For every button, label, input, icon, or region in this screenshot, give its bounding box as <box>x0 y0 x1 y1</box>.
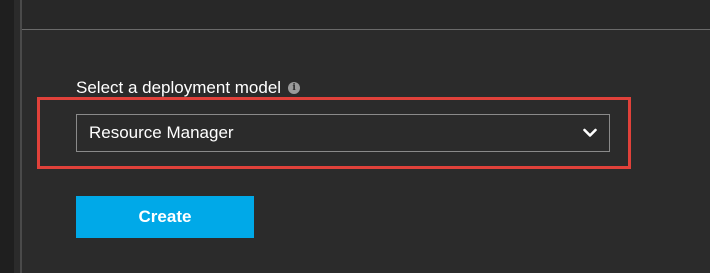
create-button[interactable]: Create <box>76 196 254 238</box>
header-divider <box>22 29 710 30</box>
deployment-model-label-row: Select a deployment model i <box>76 77 301 99</box>
left-edge <box>0 0 14 273</box>
panel-left-border <box>20 0 22 273</box>
info-icon[interactable]: i <box>288 82 301 94</box>
deployment-model-label: Select a deployment model <box>76 78 282 97</box>
deployment-model-selected-value: Resource Manager <box>89 123 234 142</box>
deployment-model-panel: Select a deployment model i Resource Man… <box>0 0 710 273</box>
panel-header-bar <box>22 0 710 29</box>
chevron-down-icon <box>583 128 597 137</box>
deployment-model-select[interactable]: Resource Manager <box>76 114 610 152</box>
